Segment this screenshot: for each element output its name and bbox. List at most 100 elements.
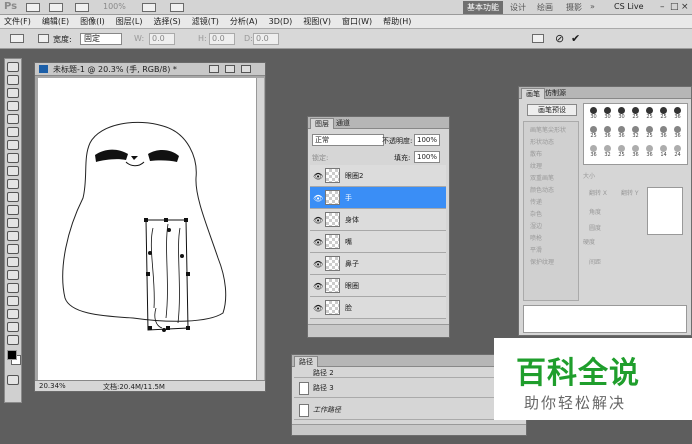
arrange-documents-icon[interactable]: [142, 3, 156, 12]
brush-option[interactable]: 湿边: [530, 221, 542, 230]
menu-3d[interactable]: 3D(D): [269, 15, 293, 28]
brush-option[interactable]: 颜色动态: [530, 185, 554, 194]
eye-icon[interactable]: 👁: [313, 304, 323, 313]
doc-close-icon[interactable]: [241, 65, 251, 73]
gradient-tool-icon[interactable]: [7, 205, 19, 215]
healing-tool-icon[interactable]: [7, 140, 19, 150]
menu-analysis[interactable]: 分析(A): [230, 15, 258, 28]
menu-file[interactable]: 文件(F): [4, 15, 31, 28]
eye-icon[interactable]: 👁: [313, 172, 323, 181]
blur-tool-icon[interactable]: [7, 218, 19, 228]
brush-option[interactable]: 双重画笔: [530, 173, 554, 182]
height-field[interactable]: 0.0: [209, 33, 235, 45]
view-extras-icon[interactable]: [75, 3, 89, 12]
layer-row[interactable]: 👁 身体: [310, 209, 446, 231]
more-workspaces-button[interactable]: »: [590, 2, 595, 11]
workspace-painting[interactable]: 绘画: [537, 2, 553, 13]
marquee-tool-icon[interactable]: [7, 75, 19, 85]
foreground-color-swatch[interactable]: [7, 350, 17, 360]
tab-clone-source[interactable]: 仿制源: [541, 88, 570, 99]
menu-select[interactable]: 选择(S): [153, 15, 180, 28]
spacing-checkbox[interactable]: 间距: [589, 257, 601, 266]
cancel-transform-icon[interactable]: ⊘: [555, 32, 564, 45]
flip-y-checkbox[interactable]: 翻转 Y: [621, 188, 639, 197]
fill-field[interactable]: 100%: [414, 151, 440, 163]
workspace-photography[interactable]: 摄影: [566, 2, 582, 13]
tool-preset-icon[interactable]: [10, 34, 24, 43]
layer-row[interactable]: 👁 眼圈: [310, 275, 446, 297]
3d-rotate-tool-icon[interactable]: [7, 296, 19, 306]
document-info[interactable]: 文档:20.4M/11.5M: [103, 382, 165, 392]
dodge-tool-icon[interactable]: [7, 231, 19, 241]
layer-row[interactable]: 👁 鼻子: [310, 253, 446, 275]
zoom-tool-icon[interactable]: [7, 335, 19, 345]
layer-row-selected[interactable]: 👁 手: [310, 187, 446, 209]
width-field[interactable]: 0.0: [149, 33, 175, 45]
3d-orbit-tool-icon[interactable]: [7, 309, 19, 319]
tab-layers[interactable]: 图层: [310, 118, 334, 129]
minimize-icon[interactable]: –: [660, 2, 665, 12]
pen-tool-icon[interactable]: [7, 244, 19, 254]
workspace-design[interactable]: 设计: [510, 2, 526, 13]
document-title-bar[interactable]: 未标题-1 @ 20.3% (手, RGB/8) *: [35, 63, 265, 76]
canvas[interactable]: [38, 78, 256, 380]
menu-help[interactable]: 帮助(H): [383, 15, 411, 28]
menu-filter[interactable]: 滤镜(T): [192, 15, 219, 28]
doc-minimize-icon[interactable]: [209, 65, 219, 73]
brush-option[interactable]: 平滑: [530, 245, 542, 254]
path-select-tool-icon[interactable]: [7, 270, 19, 280]
crop-tool-icon[interactable]: [7, 114, 19, 124]
brush-tool-icon[interactable]: [7, 153, 19, 163]
tab-paths[interactable]: 路径: [294, 356, 318, 367]
brush-option[interactable]: 散布: [530, 149, 542, 158]
menu-layer[interactable]: 图层(L): [116, 15, 143, 28]
type-tool-icon[interactable]: [7, 257, 19, 267]
hand-tool-icon[interactable]: [7, 322, 19, 332]
selection-icon[interactable]: [38, 34, 49, 43]
brush-option[interactable]: 保护纹理: [530, 257, 554, 266]
zoom-level[interactable]: 100%: [103, 2, 126, 11]
path-row[interactable]: 路径 3: [294, 379, 514, 398]
brush-option[interactable]: 纹理: [530, 161, 542, 170]
shape-tool-icon[interactable]: [7, 283, 19, 293]
tab-channels[interactable]: 通道: [332, 118, 354, 129]
eye-icon[interactable]: 👁: [313, 282, 323, 291]
bridge-icon[interactable]: [26, 3, 40, 12]
zoom-readout[interactable]: 20.34%: [39, 382, 66, 390]
eye-icon[interactable]: 👁: [313, 216, 323, 225]
layers-footer-toolbar[interactable]: [308, 324, 449, 337]
eye-icon[interactable]: 👁: [313, 238, 323, 247]
menu-image[interactable]: 图像(I): [80, 15, 105, 28]
brush-tip-grid[interactable]: 30 30 30 25 25 25 36 25 36 36 32 25 36 3…: [583, 103, 688, 165]
workspace-essentials-button[interactable]: 基本功能: [463, 1, 503, 14]
eye-icon[interactable]: 👁: [313, 260, 323, 269]
commit-transform-icon[interactable]: ✔: [571, 32, 580, 45]
opacity-field[interactable]: 100%: [414, 134, 440, 146]
mode-select[interactable]: 固定: [80, 33, 122, 45]
brush-option[interactable]: 画笔笔尖形状: [530, 125, 566, 134]
blend-mode-select[interactable]: 正常: [312, 134, 384, 146]
document-vertical-scrollbar[interactable]: [256, 78, 264, 380]
close-icon[interactable]: ×: [681, 2, 689, 12]
brush-option[interactable]: 杂色: [530, 209, 542, 218]
screen-mode-icon[interactable]: [170, 3, 184, 12]
path-row[interactable]: 路径 2: [294, 368, 514, 378]
layer-row[interactable]: 👁 脸: [310, 297, 446, 319]
eyedropper-tool-icon[interactable]: [7, 127, 19, 137]
doc-maximize-icon[interactable]: [225, 65, 235, 73]
history-brush-tool-icon[interactable]: [7, 179, 19, 189]
eraser-tool-icon[interactable]: [7, 192, 19, 202]
quick-mask-icon[interactable]: [7, 375, 19, 385]
quick-select-tool-icon[interactable]: [7, 101, 19, 111]
commit-options-icon[interactable]: [532, 34, 544, 43]
minibridge-icon[interactable]: [49, 3, 63, 12]
clone-stamp-tool-icon[interactable]: [7, 166, 19, 176]
brush-presets-button[interactable]: 画笔预设: [527, 104, 577, 116]
move-tool-icon[interactable]: [7, 62, 19, 72]
flip-x-checkbox[interactable]: 翻转 X: [589, 188, 607, 197]
menu-view[interactable]: 视图(V): [303, 15, 331, 28]
maximize-icon[interactable]: □: [670, 2, 679, 12]
eye-icon[interactable]: 👁: [313, 194, 323, 203]
lasso-tool-icon[interactable]: [7, 88, 19, 98]
layer-row[interactable]: 👁 眼圈2: [310, 165, 446, 187]
